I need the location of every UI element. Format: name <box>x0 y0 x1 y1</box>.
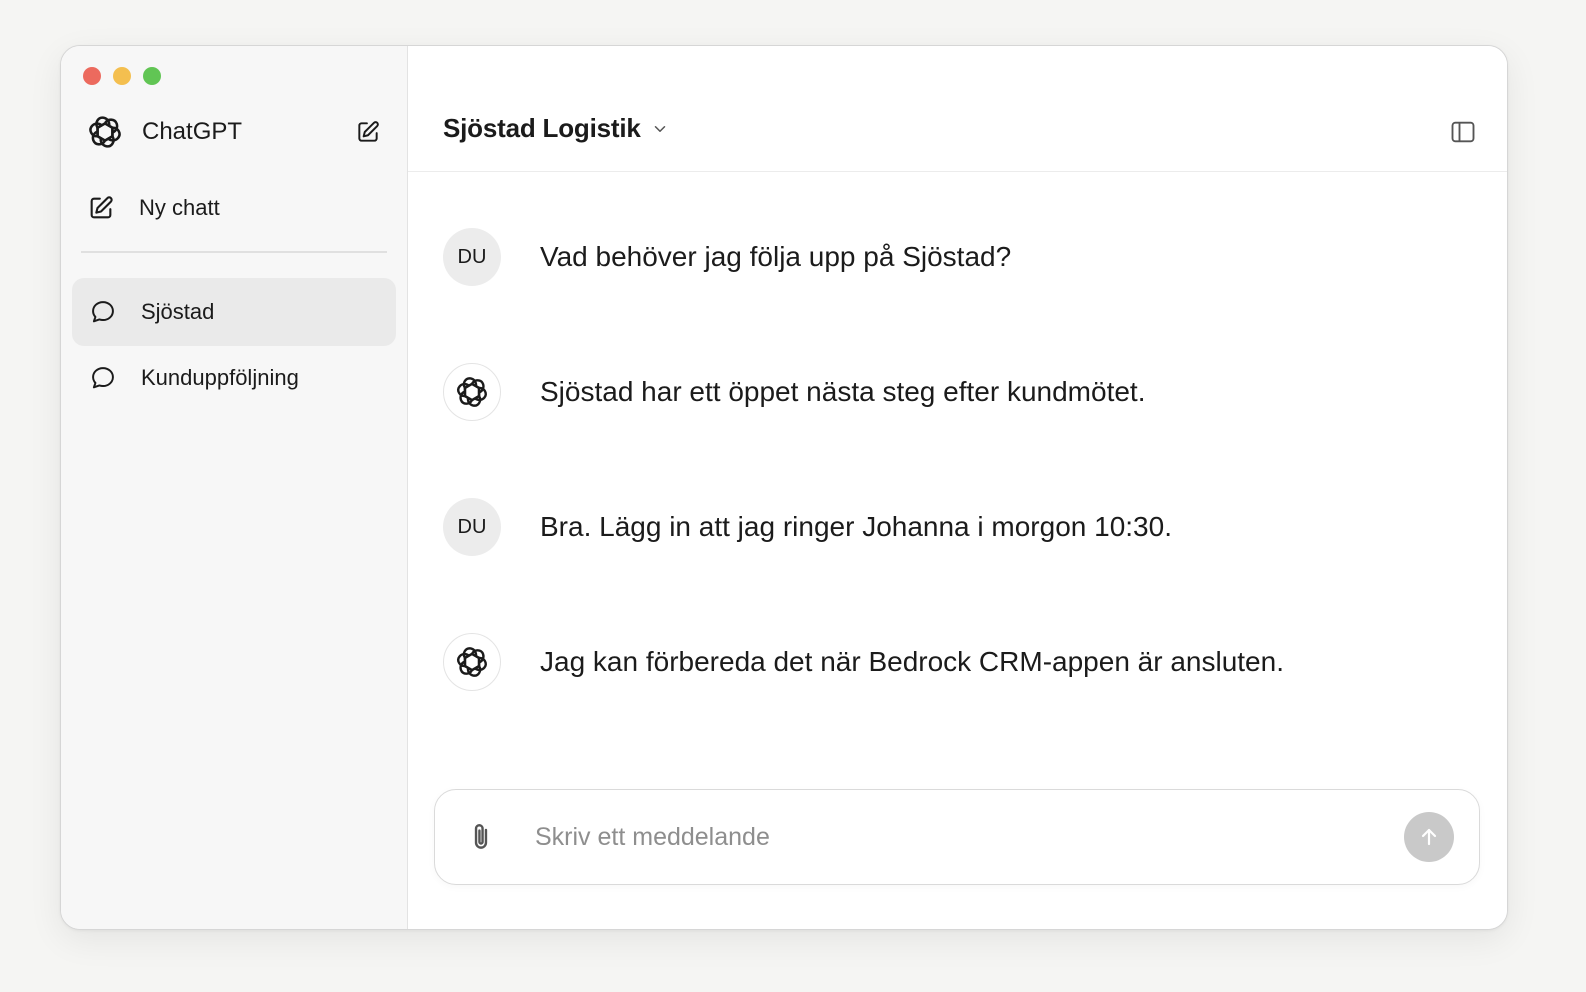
message-text: Sjöstad har ett öppet nästa steg efter k… <box>540 376 1146 407</box>
compose-icon <box>87 194 115 222</box>
chat-header: Sjöstad Logistik <box>408 46 1507 172</box>
assistant-message: Jag kan förbereda det när Bedrock CRM-ap… <box>443 633 1477 768</box>
send-button[interactable] <box>1404 812 1454 862</box>
user-avatar: DU <box>443 498 501 556</box>
close-window-button[interactable] <box>83 67 101 85</box>
sidebar-divider <box>81 251 387 253</box>
maximize-window-button[interactable] <box>143 67 161 85</box>
paperclip-icon[interactable] <box>461 817 501 857</box>
openai-logo-icon <box>85 112 125 152</box>
openai-logo-icon <box>443 633 501 691</box>
sidebar-item-sjostad[interactable]: Sjöstad <box>72 278 396 346</box>
chat-item-label: Sjöstad <box>141 299 215 324</box>
app-name: ChatGPT <box>142 118 243 145</box>
message-text: Vad behöver jag följa upp på Sjöstad? <box>540 241 1012 272</box>
openai-logo-icon <box>443 363 501 421</box>
sidebar: ChatGPT Ny chatt Sjöstad Kunduppföljning <box>61 46 408 929</box>
message-text: Bra. Lägg in att jag ringer Johanna i mo… <box>540 511 1172 542</box>
new-chat-label: Ny chatt <box>139 195 220 220</box>
window-controls <box>83 67 161 85</box>
assistant-message: Sjöstad har ett öppet nästa steg efter k… <box>443 363 1477 498</box>
user-message: DU Vad behöver jag följa upp på Sjöstad? <box>443 228 1477 363</box>
arrow-up-icon <box>1417 825 1441 849</box>
chat-item-label: Kunduppföljning <box>141 365 299 390</box>
message-input[interactable] <box>535 812 1375 862</box>
compose-icon[interactable] <box>353 117 383 147</box>
user-avatar: DU <box>443 228 501 286</box>
chat-bubble-icon <box>89 364 117 392</box>
app-window: ChatGPT Ny chatt Sjöstad Kunduppföljning… <box>60 45 1508 930</box>
message-composer <box>434 789 1480 885</box>
project-selector[interactable]: Sjöstad Logistik <box>443 113 669 144</box>
sidebar-item-kunduppfoljning[interactable]: Kunduppföljning <box>72 344 396 412</box>
minimize-window-button[interactable] <box>113 67 131 85</box>
message-list: DU Vad behöver jag följa upp på Sjöstad?… <box>443 228 1477 768</box>
new-chat-button[interactable]: Ny chatt <box>87 188 381 228</box>
chat-bubble-icon <box>89 298 117 326</box>
sidebar-header: ChatGPT <box>85 111 383 153</box>
chat-history-list: Sjöstad Kunduppföljning <box>72 278 396 410</box>
message-text: Jag kan förbereda det när Bedrock CRM-ap… <box>540 646 1284 677</box>
user-message: DU Bra. Lägg in att jag ringer Johanna i… <box>443 498 1477 633</box>
chevron-down-icon <box>651 120 669 138</box>
sidebar-toggle-icon[interactable] <box>1449 118 1477 146</box>
project-title: Sjöstad Logistik <box>443 113 641 143</box>
chat-main: Sjöstad Logistik DU Vad behöver jag följ… <box>408 46 1507 929</box>
